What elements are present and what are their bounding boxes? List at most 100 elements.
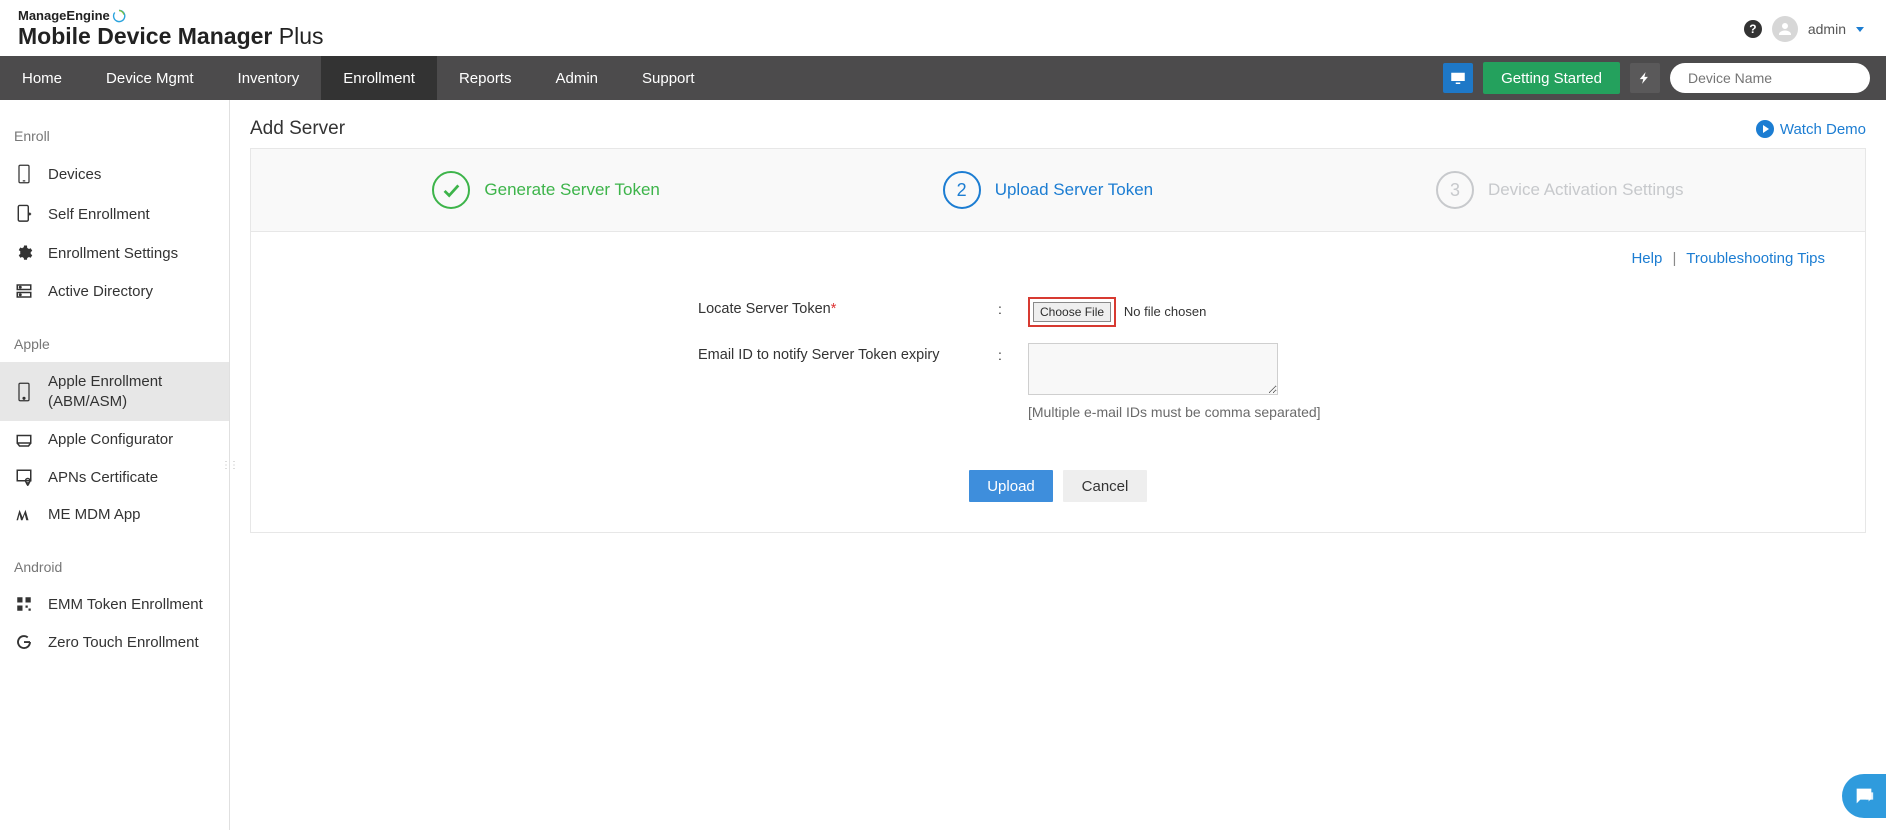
user-label[interactable]: admin: [1808, 21, 1846, 37]
content: Enroll Devices Self Enrollment Enrollmen…: [0, 100, 1886, 830]
remote-button[interactable]: [1443, 63, 1473, 93]
primary-nav: Home Device Mgmt Inventory Enrollment Re…: [0, 56, 1886, 100]
sidebar-item-devices[interactable]: Devices: [0, 154, 229, 194]
colon: :: [998, 343, 1028, 363]
sidebar-item-label: EMM Token Enrollment: [48, 596, 203, 613]
brand-bottom-bold: Mobile Device Manager: [18, 23, 272, 49]
qr-icon: [14, 595, 34, 613]
sidebar-item-label: Zero Touch Enrollment: [48, 634, 199, 651]
sidebar-item-active-directory[interactable]: Active Directory: [0, 272, 229, 310]
sidebar-item-emm-token[interactable]: EMM Token Enrollment: [0, 585, 229, 623]
sidebar-item-apple-enrollment[interactable]: Apple Enrollment (ABM/ASM): [0, 362, 229, 421]
label-text: Locate Server Token: [698, 301, 831, 317]
cancel-button[interactable]: Cancel: [1063, 470, 1147, 502]
sidebar-item-label: Devices: [48, 166, 101, 183]
wizard-panel: Generate Server Token 2 Upload Server To…: [250, 148, 1866, 533]
help-icon[interactable]: ?: [1744, 20, 1762, 38]
no-file-label: No file chosen: [1124, 304, 1206, 319]
server-icon: [14, 282, 34, 300]
top-header: ManageEngine Mobile Device Manager Plus …: [0, 0, 1886, 56]
step-upload-token: 2 Upload Server Token: [943, 171, 1153, 209]
step-device-activation: 3 Device Activation Settings: [1436, 171, 1684, 209]
sidebar-section-android: Android: [0, 555, 229, 585]
device-search-input[interactable]: [1686, 69, 1871, 87]
sidebar-item-zero-touch[interactable]: Zero Touch Enrollment: [0, 623, 229, 661]
field-email-notify: [Multiple e-mail IDs must be comma separ…: [1028, 343, 1418, 420]
sidebar-section-enroll: Enroll: [0, 124, 229, 154]
apple-device-icon: [14, 382, 34, 402]
sidebar-splitter[interactable]: ⋮⋮: [225, 445, 233, 485]
step-label: Device Activation Settings: [1488, 180, 1684, 200]
sidebar-item-label: Self Enrollment: [48, 206, 150, 223]
nav-support[interactable]: Support: [620, 56, 717, 100]
page-title: Add Server: [250, 118, 345, 140]
field-locate-token: Choose File No file chosen: [1028, 297, 1418, 327]
getting-started-button[interactable]: Getting Started: [1483, 62, 1620, 94]
sidebar: Enroll Devices Self Enrollment Enrollmen…: [0, 100, 230, 830]
chat-fab[interactable]: [1842, 774, 1886, 818]
watch-demo-label: Watch Demo: [1780, 121, 1866, 138]
sidebar-item-apns-certificate[interactable]: APNs Certificate: [0, 458, 229, 496]
sidebar-item-sublabel: (ABM/ASM): [48, 392, 162, 412]
required-marker: *: [831, 301, 837, 317]
nav-device-mgmt[interactable]: Device Mgmt: [84, 56, 216, 100]
label-locate-token: Locate Server Token*: [698, 297, 998, 317]
nav-home[interactable]: Home: [0, 56, 84, 100]
nav-right: Getting Started: [1443, 62, 1870, 94]
device-search[interactable]: [1670, 63, 1870, 93]
sidebar-item-label: APNs Certificate: [48, 469, 158, 486]
step-number-icon: 2: [943, 171, 981, 209]
help-link[interactable]: Help: [1631, 250, 1662, 267]
avatar[interactable]: [1772, 16, 1798, 42]
watch-demo-link[interactable]: Watch Demo: [1756, 120, 1866, 138]
nav-enrollment[interactable]: Enrollment: [321, 56, 437, 100]
choose-file-highlight: Choose File: [1028, 297, 1116, 327]
sidebar-item-apple-configurator[interactable]: Apple Configurator: [0, 421, 229, 458]
brand-top-text: ManageEngine: [18, 9, 110, 23]
email-textarea[interactable]: [1028, 343, 1278, 395]
sidebar-item-label: Enrollment Settings: [48, 245, 178, 262]
main-header: Add Server Watch Demo: [250, 118, 1866, 140]
sidebar-item-label: Apple Configurator: [48, 431, 173, 448]
row-locate-token: Locate Server Token* : Choose File No fi…: [698, 297, 1418, 327]
nav-reports[interactable]: Reports: [437, 56, 534, 100]
choose-file-button[interactable]: Choose File: [1033, 302, 1111, 322]
brand-top: ManageEngine: [18, 9, 324, 23]
sidebar-item-enrollment-settings[interactable]: Enrollment Settings: [0, 234, 229, 272]
sidebar-item-label: Apple Enrollment: [48, 372, 162, 392]
label-email-notify: Email ID to notify Server Token expiry: [698, 343, 998, 363]
sidebar-item-label-col: Apple Enrollment (ABM/ASM): [48, 372, 162, 411]
tray-icon: [14, 432, 34, 448]
brand-block: ManageEngine Mobile Device Manager Plus: [18, 9, 324, 49]
sidebar-item-self-enrollment[interactable]: Self Enrollment: [0, 194, 229, 234]
play-icon: [1756, 120, 1774, 138]
help-separator: |: [1672, 250, 1676, 267]
stepper: Generate Server Token 2 Upload Server To…: [251, 149, 1865, 232]
upload-button[interactable]: Upload: [969, 470, 1053, 502]
troubleshooting-link[interactable]: Troubleshooting Tips: [1686, 250, 1825, 267]
google-icon: [14, 633, 34, 651]
gear-icon: [14, 244, 34, 262]
sidebar-item-label: Active Directory: [48, 283, 153, 300]
email-hint: [Multiple e-mail IDs must be comma separ…: [1028, 404, 1418, 420]
colon: :: [998, 297, 1028, 317]
header-right: ? admin: [1744, 16, 1864, 42]
step-generate-token: Generate Server Token: [432, 171, 659, 209]
self-enroll-icon: [14, 204, 34, 224]
panel-body: Help | Troubleshooting Tips Locate Serve…: [251, 232, 1865, 532]
nav-admin[interactable]: Admin: [533, 56, 620, 100]
help-links: Help | Troubleshooting Tips: [291, 250, 1825, 267]
brand-bottom-light: Plus: [272, 23, 323, 49]
brand-swirl-icon: [112, 9, 126, 23]
step-label: Generate Server Token: [484, 180, 659, 200]
form-actions: Upload Cancel: [291, 470, 1825, 502]
step-label: Upload Server Token: [995, 180, 1153, 200]
step-number-icon: 3: [1436, 171, 1474, 209]
sidebar-item-label: ME MDM App: [48, 506, 141, 523]
nav-inventory[interactable]: Inventory: [216, 56, 322, 100]
sidebar-section-apple: Apple: [0, 332, 229, 362]
brand-bottom: Mobile Device Manager Plus: [18, 24, 324, 49]
sidebar-item-me-mdm-app[interactable]: ME MDM App: [0, 496, 229, 533]
quick-action-button[interactable]: [1630, 63, 1660, 93]
user-caret-icon[interactable]: [1856, 27, 1864, 32]
